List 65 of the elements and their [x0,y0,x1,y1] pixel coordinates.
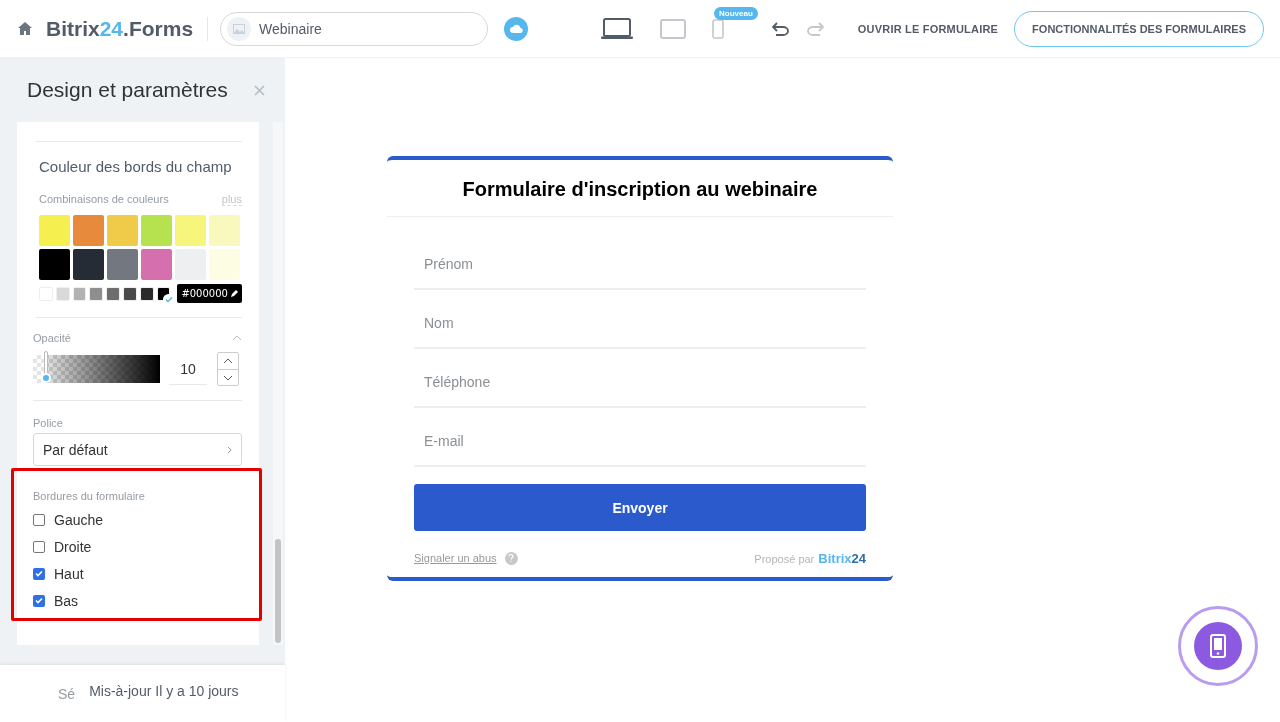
opacity-label: Opacité [33,332,71,344]
form-title: Formulaire d'inscription au webinaire [387,160,893,217]
combos-label: Combinaisons de couleurs [39,193,169,206]
shade-swatch[interactable] [106,286,120,301]
color-swatch[interactable] [107,215,138,246]
panel-title: Design et paramètres [27,78,228,102]
color-swatch[interactable] [209,215,240,246]
color-swatch[interactable] [39,249,70,280]
phone-view-button[interactable] [712,18,725,39]
help-icon[interactable] [504,551,518,565]
phone-icon [1210,634,1226,658]
chevron-up-icon[interactable] [223,358,233,364]
open-form-link[interactable]: OUVRIR LE FORMULAIRE [839,22,999,35]
home-icon[interactable] [18,22,32,35]
chevron-down-icon[interactable] [223,374,233,381]
slider-thumb[interactable] [41,351,50,383]
font-select[interactable]: Par défaut [33,433,242,466]
powered-by-text: Proposé par Bitrix24 [754,550,866,567]
chevron-right-icon [227,445,232,454]
laptop-view-button[interactable] [600,17,635,40]
stepper[interactable] [217,352,239,386]
shade-swatch[interactable] [89,286,104,301]
tablet-view-button[interactable] [660,18,687,39]
new-badge: Nouveau [714,6,758,20]
shade-swatch[interactable] [156,286,171,301]
checkbox-label: Haut [54,565,84,582]
shade-swatch[interactable] [139,286,154,301]
color-swatch[interactable] [39,215,70,246]
cloud-icon[interactable] [504,16,529,41]
checkbox-label: Droite [54,538,92,555]
checkbox-label: Bas [54,592,79,609]
shade-swatch[interactable] [72,286,87,301]
footer-text: Sé [58,685,76,702]
shade-swatch[interactable] [123,286,137,301]
checkbox[interactable] [33,594,45,607]
pencil-icon[interactable] [229,289,238,298]
color-swatch[interactable] [175,215,206,246]
laptop-icon [600,17,635,40]
phone-icon [712,18,725,39]
close-icon[interactable] [254,84,265,96]
borders-label: Bordures du formulaire [33,490,146,502]
submit-button[interactable]: Envoyer [414,484,866,531]
checkbox[interactable] [33,567,45,580]
scrollbar[interactable] [273,122,283,645]
color-swatch[interactable] [209,249,240,280]
color-swatch[interactable] [141,249,172,280]
font-label: Police [33,417,64,429]
color-swatch[interactable] [107,249,138,280]
color-swatch[interactable] [73,215,104,246]
checkbox[interactable] [33,540,45,553]
brand-logo: Bitrix24.Forms [46,16,209,41]
color-swatch[interactable] [141,215,172,246]
image-icon[interactable] [227,16,252,41]
features-button[interactable]: FONCTIONNALITÉS DES FORMULAIRES [1014,10,1264,47]
section-heading: Couleur des bords du champ [39,158,233,175]
opacity-input[interactable]: 10 [169,353,207,385]
update-label: Mis-à-jour Il y a 10 jours [89,682,239,699]
color-swatch[interactable] [73,249,104,280]
checkbox-label: Gauche [54,511,104,528]
shade-swatch[interactable] [55,286,70,301]
undo-icon[interactable] [771,21,790,36]
hex-field[interactable]: #000000 [177,284,242,303]
checkbox[interactable] [33,513,45,526]
tablet-icon [660,18,687,39]
check-icon [163,293,175,305]
